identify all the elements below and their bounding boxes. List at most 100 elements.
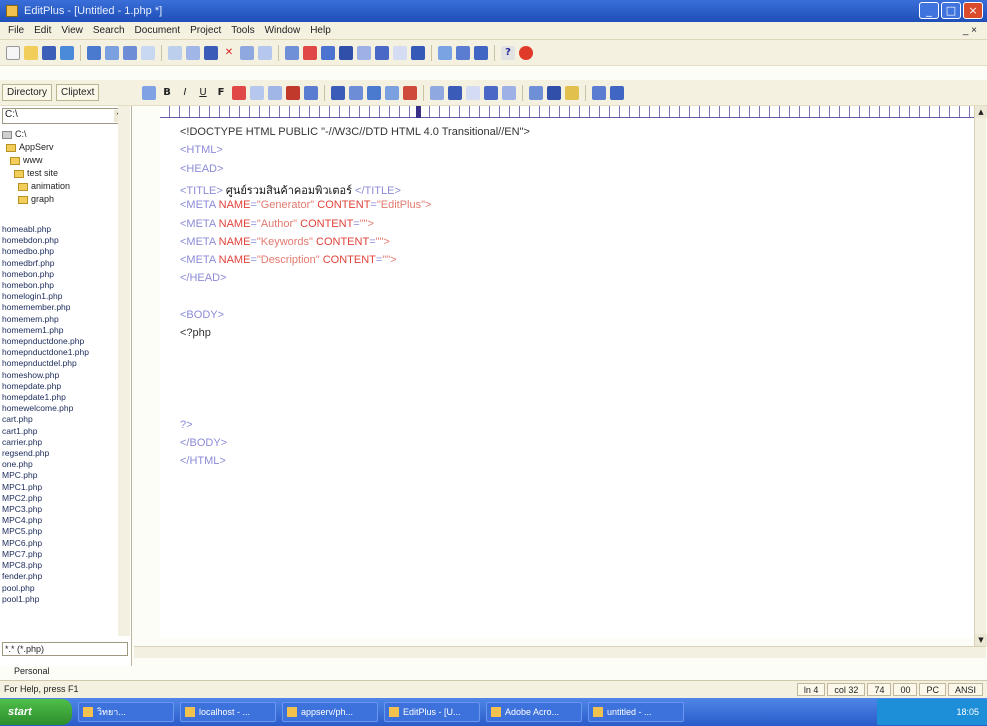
file-list-item[interactable]: homedbo.php (2, 246, 120, 257)
split-icon[interactable] (592, 85, 606, 100)
taskbar-item[interactable]: untitled - ... (588, 702, 684, 722)
goto-icon[interactable] (303, 45, 317, 60)
close-button[interactable]: × (963, 2, 983, 19)
file-list-item[interactable]: MPC1.php (2, 482, 120, 493)
taskbar-item[interactable]: วิทยา... (78, 702, 174, 722)
help-icon[interactable]: ? (501, 45, 515, 60)
spell-check-icon[interactable] (123, 45, 137, 60)
taskbar-item[interactable]: localhost - ... (180, 702, 276, 722)
checkbox-icon[interactable] (484, 85, 498, 100)
stop-icon[interactable] (519, 45, 533, 60)
code-editor[interactable]: <!DOCTYPE HTML PUBLIC "-//W3C//DTD HTML … (160, 118, 974, 638)
mdi-controls[interactable]: _ × (963, 25, 977, 36)
file-list-item[interactable]: homepnductdone1.php (2, 347, 120, 358)
html-toolbar-end-icon[interactable] (610, 85, 624, 100)
radio-icon[interactable] (502, 85, 516, 100)
tree-node-graph[interactable]: graph (2, 193, 128, 206)
file-list-item[interactable]: homelogin1.php (2, 291, 120, 302)
cut-icon[interactable] (168, 45, 182, 60)
tab-cliptext[interactable]: Cliptext (56, 84, 100, 101)
file-list-item[interactable]: homemem.php (2, 314, 120, 325)
undo-icon[interactable] (240, 45, 254, 60)
nbsp-icon[interactable] (250, 85, 264, 100)
taskbar-item[interactable]: appserv/ph... (282, 702, 378, 722)
file-list-item[interactable]: fender.php (2, 571, 120, 582)
word-wrap-icon[interactable] (321, 45, 335, 60)
copy-icon[interactable] (186, 45, 200, 60)
redo-icon[interactable] (258, 45, 272, 60)
save-all-icon[interactable] (60, 45, 74, 60)
print-preview-icon[interactable] (105, 45, 119, 60)
file-list-item[interactable]: MPC6.php (2, 538, 120, 549)
file-list-item[interactable]: MPC4.php (2, 515, 120, 526)
tree-node-appserv[interactable]: AppServ (2, 141, 128, 154)
tab-directory[interactable]: Directory (2, 84, 53, 101)
minimize-button[interactable]: _ (919, 2, 939, 19)
file-filter[interactable]: *.* (*.php) (2, 642, 128, 656)
tree-node-animation[interactable]: animation (2, 180, 128, 193)
file-list-item[interactable]: homemem1.php (2, 325, 120, 336)
file-list-item[interactable]: homepnductdone.php (2, 336, 120, 347)
file-list-item[interactable]: regsend.php (2, 448, 120, 459)
file-list-item[interactable]: MPC8.php (2, 560, 120, 571)
list-icon[interactable] (430, 85, 444, 100)
editor-horizontal-scrollbar[interactable] (134, 646, 986, 658)
print-icon[interactable] (87, 45, 101, 60)
tree-node-drive[interactable]: C:\ (2, 128, 128, 141)
file-list-item[interactable]: pool.php (2, 583, 120, 594)
file-list-item[interactable]: MPC2.php (2, 493, 120, 504)
file-list-item[interactable]: MPC3.php (2, 504, 120, 515)
new-file-icon[interactable] (6, 45, 20, 60)
delete-icon[interactable]: ✕ (222, 46, 236, 60)
file-list-item[interactable]: pool1.php (2, 594, 120, 605)
ruler-icon[interactable] (339, 45, 353, 60)
file-list-item[interactable]: homebon.php (2, 269, 120, 280)
taskbar-item[interactable]: Adobe Acro... (486, 702, 582, 722)
open-folder-icon[interactable] (24, 45, 38, 60)
taskbar-item[interactable]: EditPlus - [U... (384, 702, 480, 722)
menu-search[interactable]: Search (93, 25, 125, 36)
anchor-icon[interactable] (331, 85, 345, 100)
menu-edit[interactable]: Edit (34, 25, 51, 36)
menu-tools[interactable]: Tools (231, 25, 254, 36)
file-list-item[interactable]: homemember.php (2, 302, 120, 313)
file-list-item[interactable]: one.php (2, 459, 120, 470)
file-list-item[interactable]: homepnductdel.php (2, 358, 120, 369)
break-icon[interactable] (268, 85, 282, 100)
find-icon[interactable] (141, 45, 155, 60)
file-list-item[interactable]: homeabl.php (2, 224, 120, 235)
italic-icon[interactable]: I (178, 86, 192, 100)
file-list-item[interactable]: homepdate.php (2, 381, 120, 392)
file-list-item[interactable]: homebdon.php (2, 235, 120, 246)
find-replace-icon[interactable] (285, 45, 299, 60)
file-list-item[interactable]: homepdate1.php (2, 392, 120, 403)
tree-node-site[interactable]: test site (2, 167, 128, 180)
start-button[interactable]: start (0, 699, 72, 725)
script-icon[interactable] (529, 85, 543, 100)
browser-icon[interactable] (375, 45, 389, 60)
menu-file[interactable]: File (8, 25, 24, 36)
html-page-icon[interactable] (142, 85, 156, 100)
menu-document[interactable]: Document (135, 25, 181, 36)
underline-icon[interactable]: U (196, 86, 210, 100)
hr-icon[interactable] (349, 85, 363, 100)
file-list-item[interactable]: MPC5.php (2, 526, 120, 537)
file-list-item[interactable]: cart1.php (2, 426, 120, 437)
file-list-item[interactable]: MPC7.php (2, 549, 120, 560)
preview-icon[interactable] (565, 85, 579, 100)
paste-icon[interactable] (204, 45, 218, 60)
run-icon[interactable] (411, 45, 425, 60)
menu-window[interactable]: Window (265, 25, 301, 36)
file-list-item[interactable]: MPC.php (2, 470, 120, 481)
font-tag-icon[interactable]: F (214, 86, 228, 100)
file-list-item[interactable]: cart.php (2, 414, 120, 425)
file-list-item[interactable]: homewelcome.php (2, 403, 120, 414)
file-list-item[interactable]: homeshow.php (2, 370, 120, 381)
cascade-icon[interactable] (456, 45, 470, 60)
line-number-icon[interactable] (357, 45, 371, 60)
font-icon[interactable] (393, 45, 407, 60)
tile-icon[interactable] (438, 45, 452, 60)
file-list-item[interactable]: homedbrf.php (2, 258, 120, 269)
file-list-item[interactable]: homebon.php (2, 280, 120, 291)
left-panel-scrollbar[interactable] (118, 106, 130, 636)
